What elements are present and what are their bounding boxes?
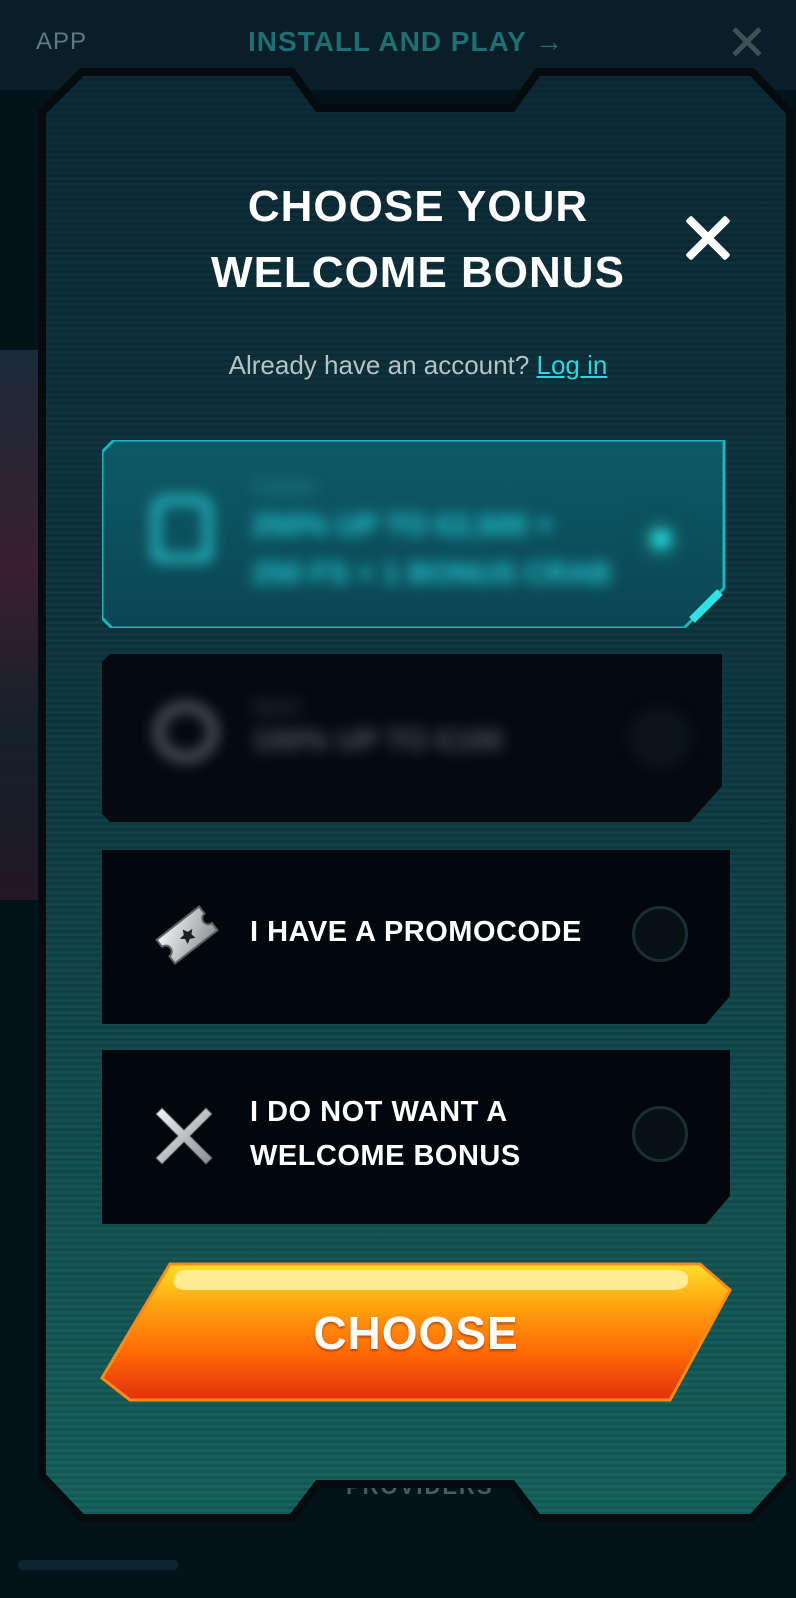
modal-title-line2: WELCOME BONUS (211, 248, 625, 297)
option-promocode[interactable]: I HAVE A PROMOCODE (102, 850, 730, 1024)
slot-machine-icon (152, 496, 212, 562)
option-sport-category: Sport (252, 696, 300, 718)
option-sport-offer: 100% UP TO €100 (252, 724, 503, 757)
account-prompt-row: Already have an account? Log in (0, 350, 796, 381)
modal-title: CHOOSE YOUR WELCOME BONUS (0, 174, 796, 306)
option-casino-offer-line2: 250 FS + 1 BONUS CRAB (252, 557, 612, 590)
option-no-bonus-label-line1: I DO NOT WANT A (250, 1096, 508, 1128)
ticket-icon (155, 905, 219, 965)
sports-ball-icon (154, 702, 218, 762)
option-promocode-label: I HAVE A PROMOCODE (250, 916, 582, 948)
option-casino-offer: 250% UP TO €2,500 + 250 FS + 1 BONUS CRA… (252, 502, 611, 598)
option-casino[interactable]: Casino 250% UP TO €2,500 + 250 FS + 1 BO… (102, 440, 730, 628)
option-no-bonus-radio[interactable] (632, 1106, 688, 1162)
option-casino-category: Casino (252, 476, 315, 498)
option-sport[interactable]: Sport 100% UP TO €100 (102, 654, 730, 822)
option-no-bonus[interactable]: I DO NOT WANT A WELCOME BONUS (102, 1050, 730, 1224)
modal-title-line1: CHOOSE YOUR (247, 182, 589, 231)
close-icon[interactable] (684, 214, 732, 262)
cross-icon (155, 1107, 213, 1165)
option-no-bonus-label-line2: WELCOME BONUS (250, 1140, 521, 1172)
option-casino-radio[interactable] (632, 510, 688, 566)
account-prompt-text: Already have an account? (228, 350, 530, 380)
option-no-bonus-label: I DO NOT WANT A WELCOME BONUS (250, 1090, 521, 1178)
option-promocode-radio[interactable] (632, 906, 688, 962)
choose-button-label: CHOOSE (313, 1307, 519, 1359)
choose-button[interactable]: CHOOSE (100, 1260, 732, 1406)
option-casino-offer-line1: 250% UP TO €2,500 + (252, 509, 554, 542)
login-link[interactable]: Log in (537, 350, 608, 380)
option-sport-radio[interactable] (632, 710, 688, 766)
